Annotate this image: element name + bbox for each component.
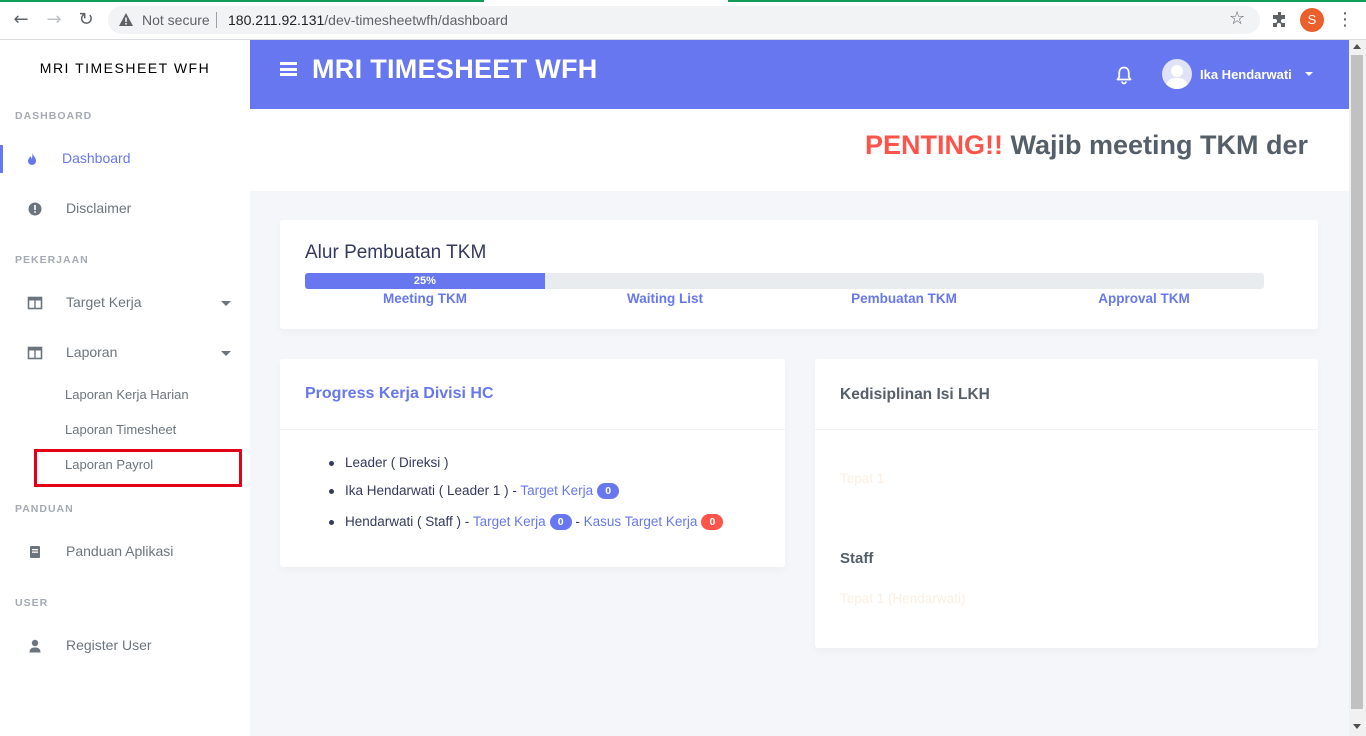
active-indicator xyxy=(0,145,3,173)
bell-icon[interactable] xyxy=(1115,65,1133,85)
sidebar-item-disclaimer[interactable]: Disclaimer xyxy=(0,189,250,229)
hc-row1-text: Leader ( Direksi ) xyxy=(345,455,449,470)
hamburger-menu-icon[interactable] xyxy=(280,62,297,76)
scrollbar-thumb[interactable] xyxy=(1351,55,1363,709)
alur-progress-fill: 25% xyxy=(305,273,545,289)
security-label: Not secure xyxy=(142,12,210,28)
progress-hc-card: Progress Kerja Divisi HC Leader ( Direks… xyxy=(280,359,785,567)
user-caret-down-icon[interactable] xyxy=(1305,72,1313,76)
sidebar-brand[interactable]: MRI TIMESHEET WFH xyxy=(0,60,250,76)
count-badge-danger: 0 xyxy=(701,514,724,531)
alur-title: Alur Pembuatan TKM xyxy=(305,242,487,263)
faint-text: Tepat 1 xyxy=(840,471,885,486)
browser-menu-icon[interactable]: ⋮ xyxy=(1336,9,1354,31)
exclamation-circle-icon xyxy=(28,202,42,216)
announcement-clip xyxy=(1314,109,1349,191)
card-divider xyxy=(815,429,1318,430)
list-item: Ika Hendarwati ( Leader 1 ) - Target Ker… xyxy=(329,483,620,500)
sidebar: MRI TIMESHEET WFH DASHBOARD Dashboard Di… xyxy=(0,40,250,736)
step-waiting-list[interactable]: Waiting List xyxy=(545,291,785,306)
app-title: MRI TIMESHEET WFH xyxy=(312,54,598,84)
scroll-down-icon[interactable] xyxy=(1353,724,1361,729)
caret-down-icon xyxy=(221,351,231,356)
top-navbar: MRI TIMESHEET WFH Ika Hendarwati xyxy=(250,40,1349,109)
kasus-target-kerja-link[interactable]: Kasus Target Kerja xyxy=(584,514,698,529)
list-bullet xyxy=(329,520,334,525)
kedisiplinan-card: Kedisiplinan Isi LKH Tepat 1 Staff Tepat… xyxy=(815,359,1318,648)
target-kerja-link[interactable]: Target Kerja xyxy=(473,514,546,529)
sidebar-item-label: Register User xyxy=(66,637,152,653)
sidebar-item-register-user[interactable]: Register User xyxy=(0,626,250,666)
active-tab-gap xyxy=(484,0,728,2)
faint-text: Tepat 1 (Hendarwati) xyxy=(840,591,966,606)
reload-icon[interactable]: ↻ xyxy=(76,10,96,30)
announcement-text: PENTING!! Wajib meeting TKM der xyxy=(865,130,1308,161)
browser-toolbar: ← → ↻ Not secure 180.211.92.131/dev-time… xyxy=(0,0,1366,40)
sidebar-item-label: Target Kerja xyxy=(66,294,142,310)
caret-down-icon xyxy=(221,301,231,306)
step-approval-tkm[interactable]: Approval TKM xyxy=(1024,291,1264,306)
extensions-icon[interactable] xyxy=(1270,10,1290,30)
list-bullet xyxy=(329,461,334,466)
scroll-up-icon[interactable] xyxy=(1353,44,1361,49)
address-separator xyxy=(216,12,217,28)
avatar-user-icon xyxy=(1166,65,1188,89)
sidebar-item-target-kerja[interactable]: Target Kerja xyxy=(0,283,250,323)
hc-row2-text: Ika Hendarwati ( Leader 1 ) - xyxy=(345,483,521,498)
count-badge: 0 xyxy=(597,483,620,500)
sidebar-item-panduan-aplikasi[interactable]: Panduan Aplikasi xyxy=(0,532,250,572)
user-avatar[interactable] xyxy=(1162,59,1192,89)
address-bar[interactable]: Not secure 180.211.92.131/dev-timesheetw… xyxy=(108,6,1260,34)
sidebar-item-label: Laporan xyxy=(66,344,118,360)
progress-hc-title: Progress Kerja Divisi HC xyxy=(305,385,494,402)
count-badge: 0 xyxy=(549,514,572,531)
columns-icon xyxy=(27,346,43,360)
target-kerja-link[interactable]: Target Kerja xyxy=(520,483,593,498)
sidebar-subitem-laporan-kerja-harian[interactable]: Laporan Kerja Harian xyxy=(65,387,189,402)
list-item: Leader ( Direksi ) xyxy=(329,455,449,470)
book-icon xyxy=(30,546,40,558)
profile-avatar[interactable]: S xyxy=(1300,8,1324,32)
sidebar-item-label: Disclaimer xyxy=(66,200,132,216)
url-host: 180.211.92.131 xyxy=(228,12,325,28)
alur-progress-bar: 25% xyxy=(305,273,1264,289)
step-pembuatan-tkm[interactable]: Pembuatan TKM xyxy=(784,291,1024,306)
list-bullet xyxy=(329,489,334,494)
hc-row3-text: Hendarwati ( Staff ) - xyxy=(345,514,473,529)
sidebar-item-label: Panduan Aplikasi xyxy=(66,543,174,559)
fire-icon xyxy=(28,153,36,165)
user-name[interactable]: Ika Hendarwati xyxy=(1200,67,1292,82)
bookmark-star-icon[interactable]: ☆ xyxy=(1229,9,1249,29)
url-text[interactable]: 180.211.92.131/dev-timesheetwfh/dashboar… xyxy=(228,12,508,28)
sidebar-item-laporan[interactable]: Laporan xyxy=(0,333,250,373)
alur-card: Alur Pembuatan TKM 25% Meeting TKM Waiti… xyxy=(280,220,1318,329)
announcement-body: Wajib meeting TKM der xyxy=(1010,130,1309,160)
menu-header-panduan: PANDUAN xyxy=(15,503,74,515)
menu-header-pekerjaan: PEKERJAAN xyxy=(15,254,89,266)
columns-icon xyxy=(27,296,43,310)
sidebar-subitem-laporan-timesheet[interactable]: Laporan Timesheet xyxy=(65,422,176,437)
forward-icon[interactable]: → xyxy=(44,10,64,30)
page-scrollbar[interactable] xyxy=(1349,40,1366,736)
hc-row3-sep: - xyxy=(571,514,584,529)
menu-header-user: USER xyxy=(15,597,49,609)
sidebar-item-dashboard[interactable]: Dashboard xyxy=(0,139,250,179)
kedisiplinan-title: Kedisiplinan Isi LKH xyxy=(840,386,990,403)
card-divider xyxy=(280,429,785,430)
menu-header-dashboard: DASHBOARD xyxy=(15,110,93,122)
announcement-hot: PENTING!! xyxy=(865,130,1003,160)
sidebar-item-label: Dashboard xyxy=(62,150,131,166)
list-item: Hendarwati ( Staff ) - Target Kerja 0 - K… xyxy=(329,514,724,531)
highlight-annotation-box xyxy=(34,449,242,487)
user-icon xyxy=(29,639,41,653)
staff-label: Staff xyxy=(840,550,874,567)
step-meeting-tkm[interactable]: Meeting TKM xyxy=(305,291,545,306)
warning-icon xyxy=(119,13,133,26)
announcement-banner: PENTING!! Wajib meeting TKM der xyxy=(250,109,1349,191)
back-icon[interactable]: ← xyxy=(11,10,31,30)
url-path: /dev-timesheetwfh/dashboard xyxy=(324,12,508,28)
